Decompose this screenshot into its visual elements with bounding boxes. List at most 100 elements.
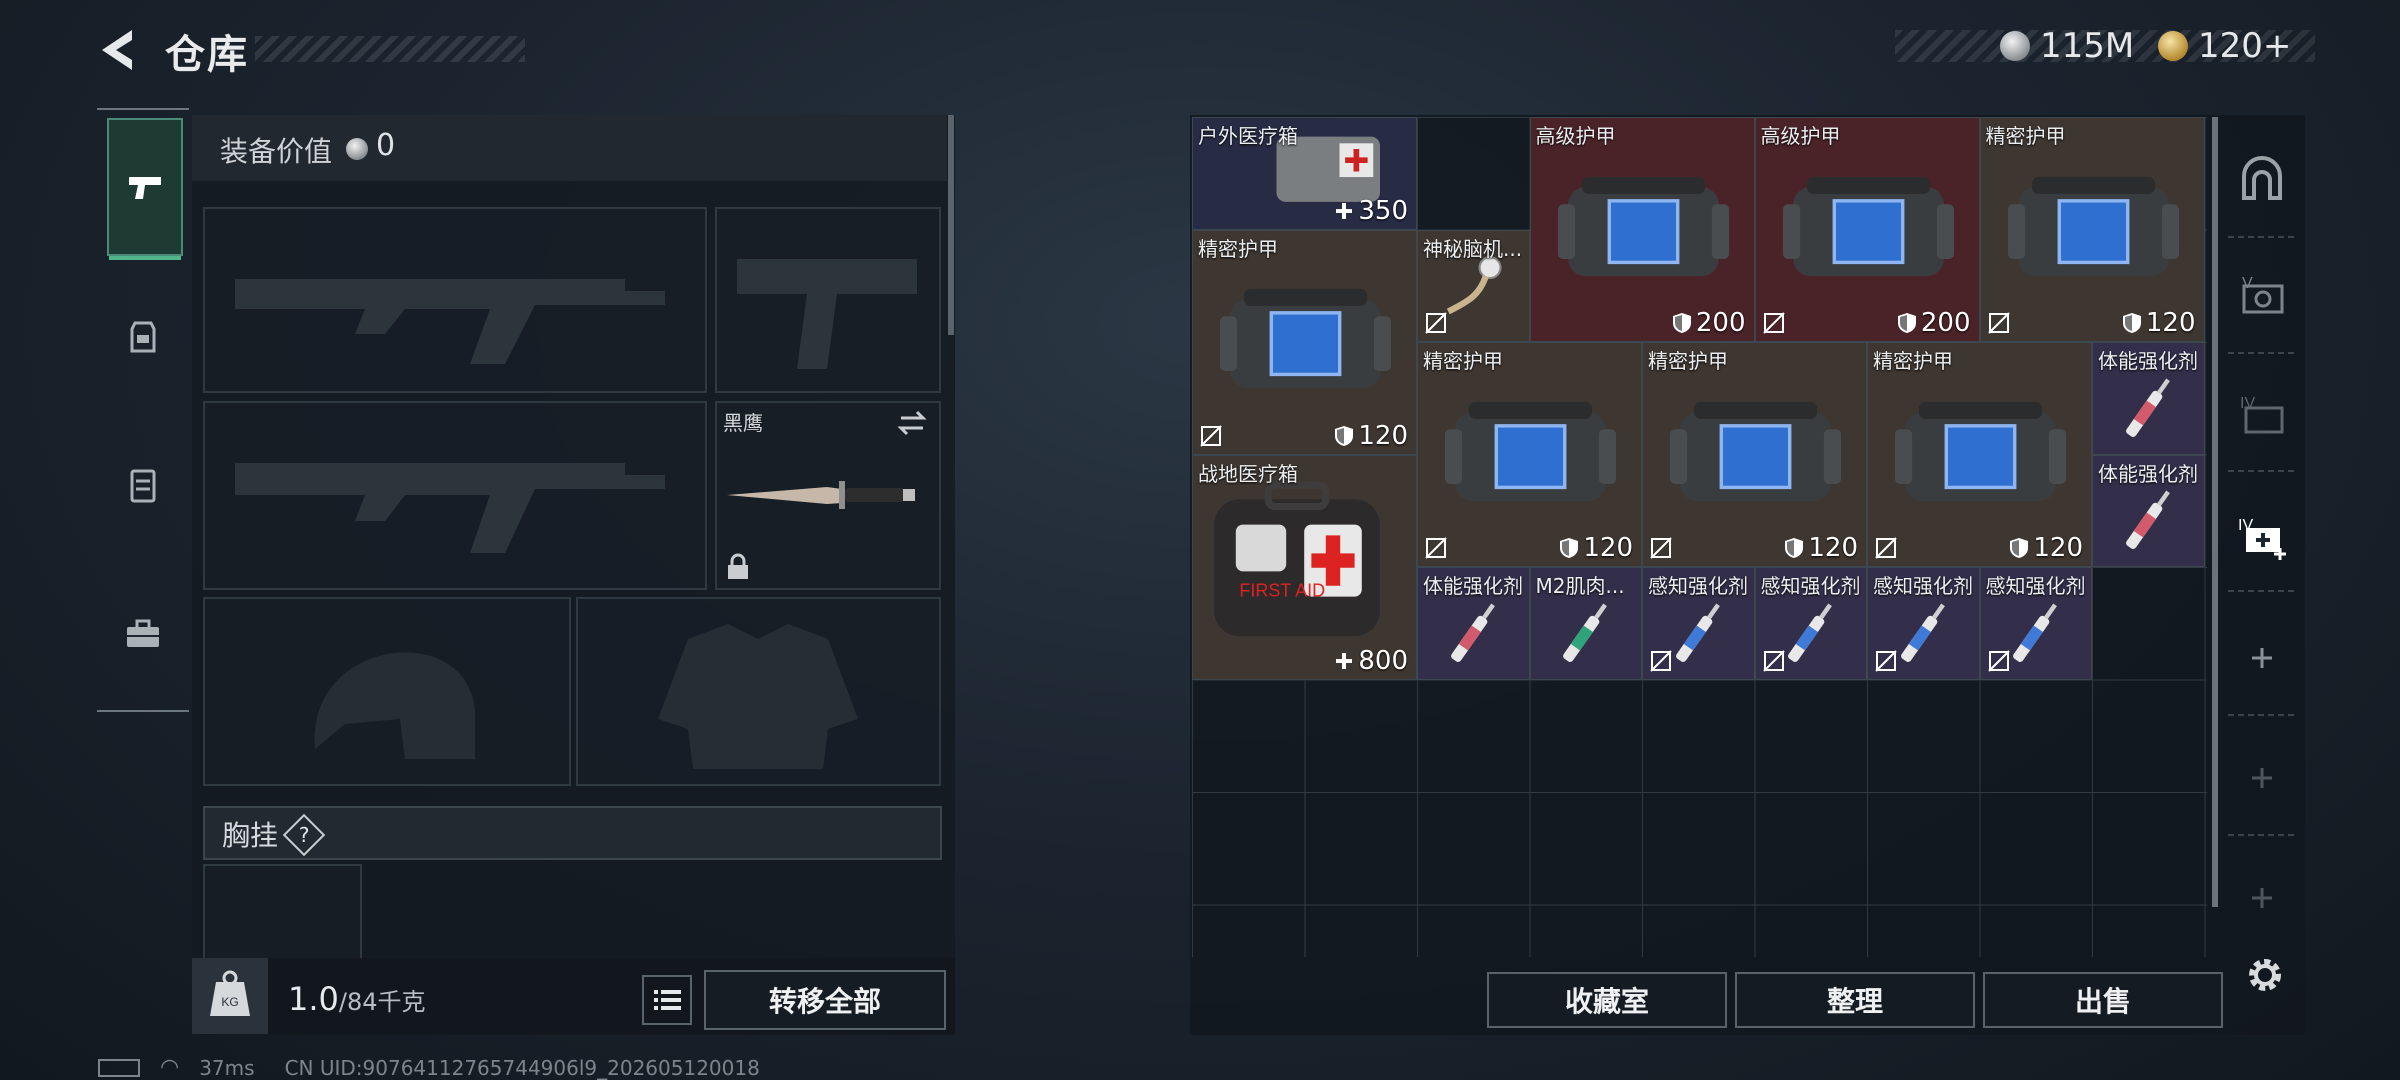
equipment-value-label: 装备价值 [220, 135, 333, 168]
title-decoration [255, 36, 525, 62]
item-name: M2肌肉... [1535, 574, 1625, 598]
item-value-number: 120 [1358, 420, 1408, 451]
item-value: 350 [1334, 196, 1408, 226]
no-insurance-icon [1987, 649, 2010, 672]
item-name: 精密护甲 [1648, 349, 1728, 373]
pistol-silhouette-icon [737, 259, 917, 369]
back-arrow-icon[interactable] [96, 26, 144, 74]
rifle-silhouette-icon [235, 279, 665, 364]
shield-icon [1897, 313, 1916, 333]
tab-backpack[interactable] [107, 268, 179, 402]
item-name: 高级护甲 [1535, 124, 1616, 148]
silver-currency[interactable]: 115M [2000, 22, 2134, 70]
sidearm-slot[interactable] [715, 207, 941, 393]
stash-item[interactable]: 感知强化剂 [1642, 567, 1755, 680]
battery-icon [98, 1058, 140, 1077]
sell-button[interactable]: 出售 [1983, 972, 2223, 1028]
chest-rig-slot[interactable] [203, 864, 362, 960]
stash-item[interactable]: 精密护甲 120 [1642, 342, 1867, 567]
organize-button[interactable]: 整理 [1735, 972, 1975, 1028]
stash-tab-add-4[interactable]: IV [2230, 506, 2294, 570]
tab-toolbox[interactable] [107, 568, 179, 702]
svg-text:IV: IV [2238, 517, 2253, 534]
add-tab-plus[interactable] [2230, 866, 2294, 930]
helmet-silhouette-icon [314, 652, 475, 759]
armor-bag-icon [1557, 176, 1729, 276]
svg-text:IV: IV [2240, 395, 2255, 412]
armor-bag-icon [1220, 288, 1391, 389]
stash-tab-5[interactable]: V [2230, 264, 2294, 328]
stash-item[interactable]: 神秘脑机... [1417, 229, 1530, 342]
side-divider [2228, 470, 2298, 472]
item-value-number: 200 [1695, 308, 1746, 338]
equipment-value: 0 [376, 128, 396, 163]
gold-currency-value: 120+ [2198, 26, 2292, 66]
stash-tab-1[interactable] [2230, 148, 2294, 212]
plus-icon [2252, 768, 2272, 788]
toolbox-icon [127, 619, 159, 647]
help-icon[interactable]: ? [282, 813, 326, 857]
item-value-number: 120 [2145, 308, 2196, 338]
stash-item[interactable]: 高级护甲 200 [1754, 117, 1980, 342]
no-insurance-icon [1200, 424, 1222, 447]
status-bar: ◠ 37ms CN UID:90764112765744906l9_202605… [98, 1055, 760, 1080]
uid-text: CN UID:90764112765744906l9_202605120018 [284, 1055, 760, 1080]
item-name: 体能强化剂 [2098, 461, 2198, 486]
stash-item[interactable]: 精密护甲 120 [1417, 342, 1642, 567]
no-insurance-icon [1425, 312, 1447, 334]
swap-icon[interactable] [897, 408, 927, 438]
item-name: 精密护甲 [1873, 349, 1953, 373]
no-insurance-icon [1650, 537, 1672, 559]
stash-item[interactable]: 感知强化剂 [1979, 567, 2092, 680]
body-armor-slot[interactable] [576, 597, 941, 786]
item-value: 200 [1897, 308, 1971, 338]
stash-item[interactable]: 精密护甲 120 [1192, 229, 1417, 455]
item-value: 120 [1784, 533, 1858, 563]
armor-bag-icon [1445, 401, 1616, 501]
gear-icon[interactable] [2240, 950, 2290, 1000]
equipment-scrollbar[interactable] [948, 115, 954, 335]
stash-item[interactable]: 体能强化剂 [2092, 454, 2205, 567]
add-tab-plus[interactable] [2230, 626, 2294, 690]
shield-icon [1560, 538, 1579, 558]
silver-currency-value: 115M [2040, 26, 2135, 66]
stash-item[interactable]: 感知强化剂 [1867, 567, 1980, 680]
stash-item[interactable]: 精密护甲 120 [1979, 117, 2205, 342]
collection-room-button[interactable]: 收藏室 [1487, 972, 1727, 1028]
svg-text:FIRST AID: FIRST AID [1239, 581, 1325, 601]
stash-tab-4[interactable]: IV [2230, 384, 2294, 448]
transfer-all-button[interactable]: 转移全部 [704, 970, 946, 1030]
helmet-slot[interactable] [203, 597, 571, 786]
stash-item[interactable]: 高级护甲 200 [1529, 117, 1755, 342]
stash-item[interactable]: M2肌肉... [1529, 567, 1642, 680]
tab-vest[interactable] [107, 418, 179, 552]
tab-divider [97, 710, 189, 712]
side-divider [2228, 714, 2298, 716]
syringe-red-icon [2125, 377, 2170, 437]
plus-icon [2252, 648, 2272, 668]
equipment-tabs [97, 108, 191, 712]
chest-rig-label: 胸挂 [222, 819, 279, 852]
stash-item[interactable]: 体能强化剂 [2092, 342, 2205, 455]
gold-currency[interactable]: 120+ [2158, 22, 2291, 70]
stash-scrollbar[interactable] [2212, 117, 2218, 907]
stash-item[interactable]: 户外医疗箱 350 [1192, 117, 1417, 230]
field-medkit-icon: FIRST AID [1213, 481, 1380, 637]
no-insurance-icon [1875, 649, 1897, 672]
add-tab-plus[interactable] [2230, 746, 2294, 810]
list-view-icon[interactable] [642, 975, 692, 1025]
item-value: 200 [1672, 308, 1746, 338]
primary-weapon-slot[interactable] [203, 207, 707, 393]
tab-weapons[interactable] [107, 118, 183, 256]
item-value: 120 [1559, 533, 1633, 563]
armor-silhouette-icon [658, 624, 858, 769]
stash-item[interactable]: 精密护甲 120 [1867, 342, 2092, 567]
stash-item[interactable]: 感知强化剂 [1754, 567, 1867, 680]
secondary-weapon-slot[interactable] [203, 401, 707, 590]
shield-icon [1335, 425, 1354, 446]
stash-item[interactable]: FIRST AID 战地医疗箱 800 [1192, 454, 1417, 680]
weight-max: /84千克 [338, 988, 426, 1016]
stash-item[interactable]: 体能强化剂 [1417, 567, 1530, 680]
melee-slot[interactable]: 黑鹰 [715, 401, 941, 590]
item-value: 120 [1334, 421, 1408, 451]
